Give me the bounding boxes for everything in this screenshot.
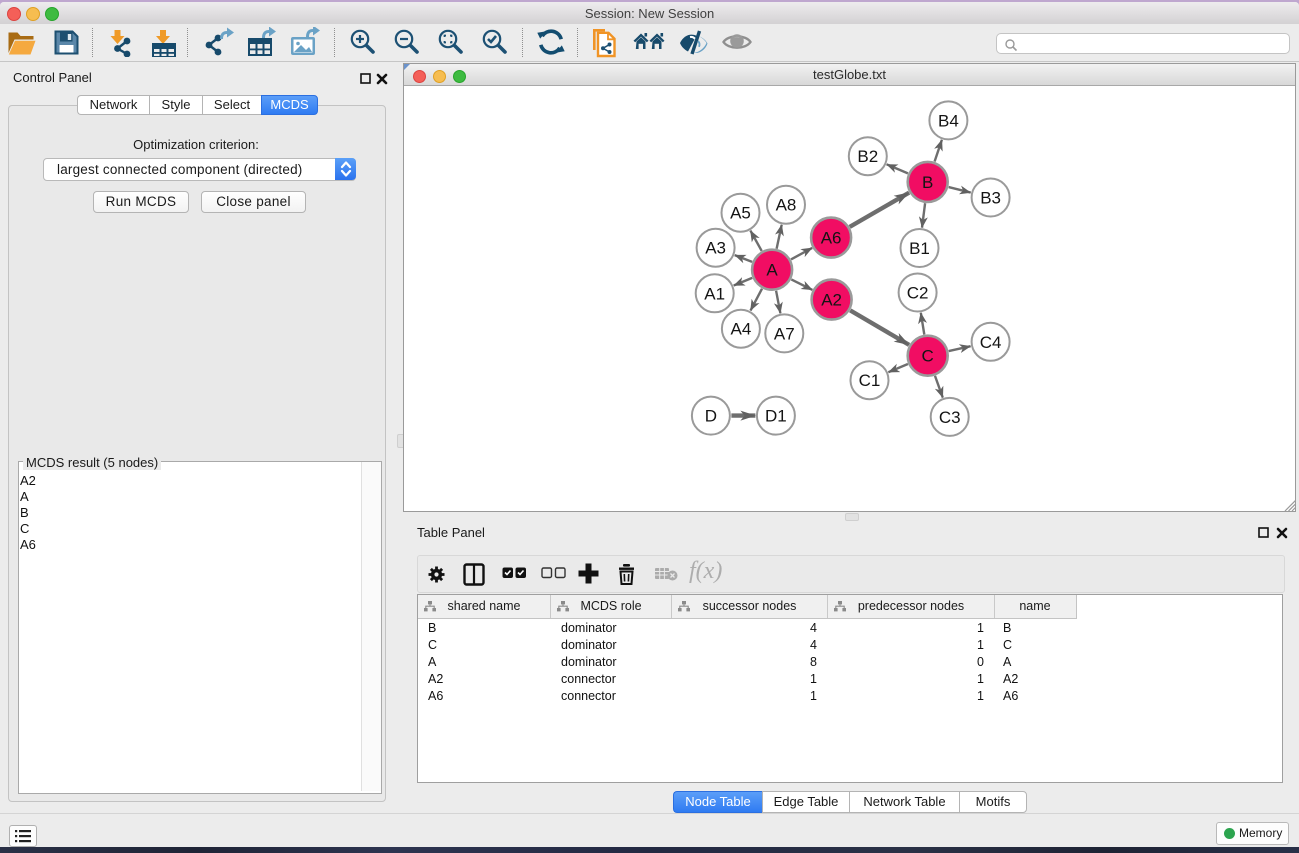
svg-text:B2: B2 (857, 147, 878, 166)
svg-text:A2: A2 (821, 291, 842, 310)
svg-text:B4: B4 (938, 111, 959, 130)
svg-text:A1: A1 (704, 284, 725, 303)
svg-text:C4: C4 (980, 333, 1002, 352)
svg-text:C3: C3 (939, 408, 961, 427)
svg-text:B3: B3 (980, 189, 1001, 208)
svg-text:A7: A7 (774, 324, 795, 343)
svg-text:C1: C1 (859, 371, 881, 390)
svg-text:C2: C2 (907, 284, 929, 303)
svg-text:C: C (922, 347, 934, 366)
svg-text:A: A (766, 261, 778, 280)
svg-text:A6: A6 (821, 229, 842, 248)
svg-text:A4: A4 (731, 320, 752, 339)
svg-text:D: D (705, 407, 717, 426)
svg-text:A3: A3 (705, 239, 726, 258)
svg-text:D1: D1 (765, 407, 787, 426)
svg-text:A8: A8 (776, 196, 797, 215)
svg-text:A5: A5 (730, 204, 751, 223)
svg-text:B: B (922, 173, 933, 192)
svg-text:B1: B1 (909, 239, 930, 258)
